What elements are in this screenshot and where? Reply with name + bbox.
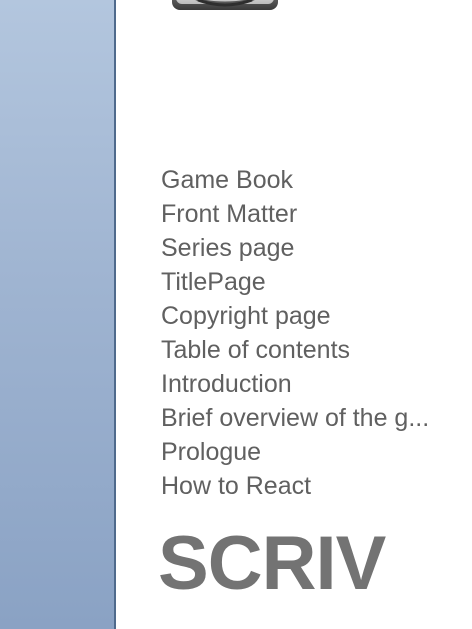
toc-item-brief-overview[interactable]: Brief overview of the g...: [161, 401, 461, 435]
toc-item-copyright-page[interactable]: Copyright page: [161, 299, 461, 333]
toc-item-front-matter[interactable]: Front Matter: [161, 197, 461, 231]
sidebar-panel: [0, 0, 116, 629]
toc-item-prologue[interactable]: Prologue: [161, 435, 461, 469]
toc-item-title-page[interactable]: TitlePage: [161, 265, 461, 299]
toc-item-introduction[interactable]: Introduction: [161, 367, 461, 401]
app-window: Game Book Front Matter Series page Title…: [0, 0, 472, 629]
toc-item-game-book[interactable]: Game Book: [161, 163, 461, 197]
app-logo-icon: [172, 0, 278, 10]
toc-item-series-page[interactable]: Series page: [161, 231, 461, 265]
toc-item-table-of-contents[interactable]: Table of contents: [161, 333, 461, 367]
toc-item-how-to-react[interactable]: How to React: [161, 469, 461, 503]
table-of-contents-list: Game Book Front Matter Series page Title…: [161, 163, 461, 503]
app-logo-text: SCRIV: [158, 521, 386, 606]
